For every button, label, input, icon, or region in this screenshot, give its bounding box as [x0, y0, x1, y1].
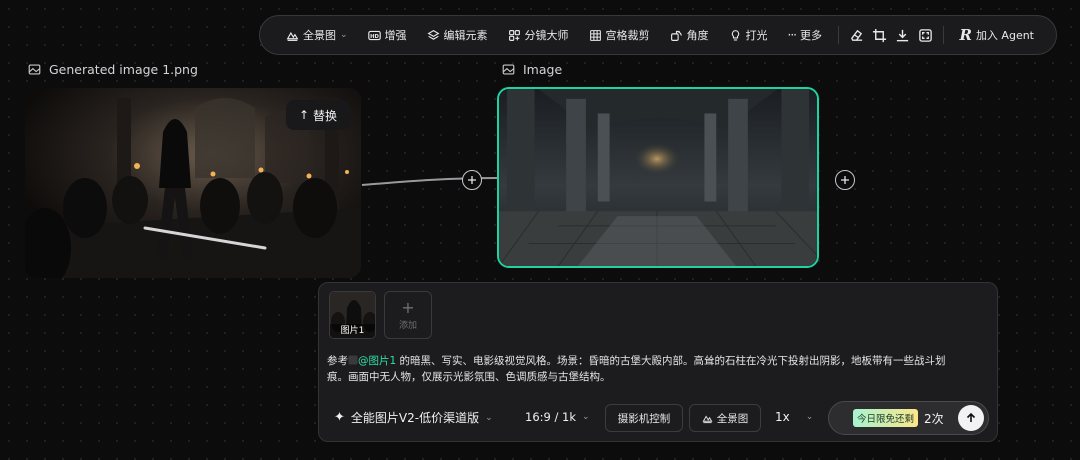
more-tool[interactable]: ··· 更多	[780, 21, 830, 49]
join-agent-label: 加入 Agent	[975, 29, 1034, 42]
edit-elements-label: 编辑元素	[443, 29, 488, 42]
more-label: 更多	[800, 29, 822, 42]
add-image-label: 添加	[398, 320, 417, 331]
ratio-label: 16:9 / 1k	[525, 410, 576, 424]
panorama-icon	[702, 414, 713, 423]
toolbar-divider	[838, 26, 839, 44]
storyboard-icon	[508, 29, 520, 41]
add-node-button-middle[interactable]	[462, 170, 482, 190]
angle-icon	[670, 30, 682, 41]
agent-logo-icon: R	[959, 26, 972, 44]
castle-hall-image	[499, 89, 817, 266]
prompt-input[interactable]: 参考 @图片1 的暗黑、写实、电影级视觉风格。场景：昏暗的古堡大殿内部。高耸的石柱…	[327, 353, 947, 385]
camera-control-button[interactable]: 摄影机控制	[605, 404, 683, 432]
chevron-down-icon: ⌄	[582, 412, 590, 422]
left-node-title-text: Generated image 1.png	[49, 62, 198, 77]
plus-icon	[468, 176, 476, 184]
free-quota-count: 2次	[924, 411, 944, 426]
prompt-prefix: 参考	[327, 355, 348, 367]
plus-icon: +	[401, 297, 415, 317]
edit-elements-tool[interactable]: 编辑元素	[419, 21, 496, 49]
model-label: 全能图片V2-低价渠道版	[350, 411, 480, 425]
reference-image-node[interactable]	[497, 87, 819, 268]
lighting-tool[interactable]: 打光	[721, 21, 776, 49]
crop-button[interactable]	[870, 21, 889, 49]
panorama-label: 全景图	[716, 412, 749, 425]
bulb-icon	[731, 29, 739, 40]
upload-arrow-icon: ↑	[298, 108, 310, 122]
right-node-title: Image	[502, 62, 562, 77]
angle-label: 角度	[686, 29, 709, 42]
model-select[interactable]: ✦ 全能图片V2-低价渠道版 ⌄	[334, 409, 493, 426]
chevron-down-icon: ⌄	[485, 412, 493, 423]
download-button[interactable]	[893, 21, 912, 49]
grid-crop-tool[interactable]: 宫格裁剪	[581, 21, 658, 49]
panorama-label: 全景图	[303, 29, 336, 42]
sparkle-icon: ✦	[334, 410, 345, 425]
count-select[interactable]: 1x ⌄	[775, 410, 813, 424]
right-node-title-text: Image	[523, 62, 563, 77]
crop-icon	[872, 28, 886, 42]
image-mention[interactable]: @图片1	[358, 355, 396, 367]
more-dots-icon: ···	[787, 28, 798, 42]
top-toolbar: 全景图 ⌄ HD 增强 编辑元素 分镜大师 宫格裁剪 角度 打光 ··· 更多	[259, 15, 1057, 55]
eraser-icon	[850, 29, 862, 41]
download-icon	[896, 29, 908, 41]
image-icon	[502, 64, 515, 75]
free-quota-badge: 今日限免还剩	[853, 409, 919, 427]
panorama-tool[interactable]: 全景图 ⌄	[278, 21, 356, 49]
storyboard-tool[interactable]: 分镜大师	[500, 21, 577, 49]
eraser-button[interactable]	[847, 21, 866, 49]
left-node-title: Generated image 1.png	[28, 62, 198, 77]
grid-icon	[589, 29, 601, 41]
prompt-body: 的暗黑、写实、电影级视觉风格。场景：昏暗的古堡大殿内部。高耸的石柱在冷光下投射出…	[327, 355, 946, 383]
hd-icon: HD	[367, 30, 381, 40]
arrow-up-icon	[966, 412, 976, 422]
fullscreen-button[interactable]	[916, 21, 935, 49]
plus-icon	[841, 176, 849, 184]
panorama-button[interactable]: 全景图	[689, 404, 761, 432]
grid-crop-label: 宫格裁剪	[605, 29, 650, 42]
add-image-button[interactable]: + 添加	[384, 291, 432, 339]
add-node-button-right[interactable]	[835, 170, 855, 190]
image-icon	[28, 64, 41, 75]
chevron-down-icon: ⌄	[805, 412, 814, 422]
layers-icon	[427, 29, 440, 40]
count-label: 1x	[775, 410, 790, 424]
storyboard-label: 分镜大师	[524, 29, 569, 42]
enhance-tool[interactable]: HD 增强	[360, 21, 415, 49]
send-button[interactable]	[958, 405, 984, 431]
image-mention-icon	[348, 355, 358, 365]
chevron-down-icon: ⌄	[340, 30, 348, 40]
reference-thumbnail[interactable]: 图片1	[329, 291, 376, 339]
camera-control-label: 摄影机控制	[617, 412, 671, 425]
angle-tool[interactable]: 角度	[662, 21, 717, 49]
generate-group: 今日限免还剩 2次	[828, 401, 989, 435]
join-agent-button[interactable]: R 加入 Agent	[951, 21, 1042, 49]
prompt-controls: ✦ 全能图片V2-低价渠道版 ⌄ 16:9 / 1k ⌄ 摄影机控制 全景图 1…	[319, 401, 997, 435]
ratio-select[interactable]: 16:9 / 1k ⌄	[525, 410, 590, 424]
replace-button[interactable]: ↑ 替换	[286, 100, 350, 130]
svg-text:HD: HD	[370, 33, 379, 39]
thumbnail-label: 图片1	[330, 324, 375, 338]
replace-label: 替换	[313, 108, 338, 123]
enhance-label: 增强	[384, 29, 407, 42]
fullscreen-icon	[919, 28, 932, 42]
toolbar-divider	[942, 26, 944, 44]
panorama-icon	[286, 31, 299, 41]
lighting-label: 打光	[745, 29, 768, 42]
prompt-panel: 图片1 + 添加 参考 @图片1 的暗黑、写实、电影级视觉风格。场景：昏暗的古堡大…	[318, 282, 998, 442]
